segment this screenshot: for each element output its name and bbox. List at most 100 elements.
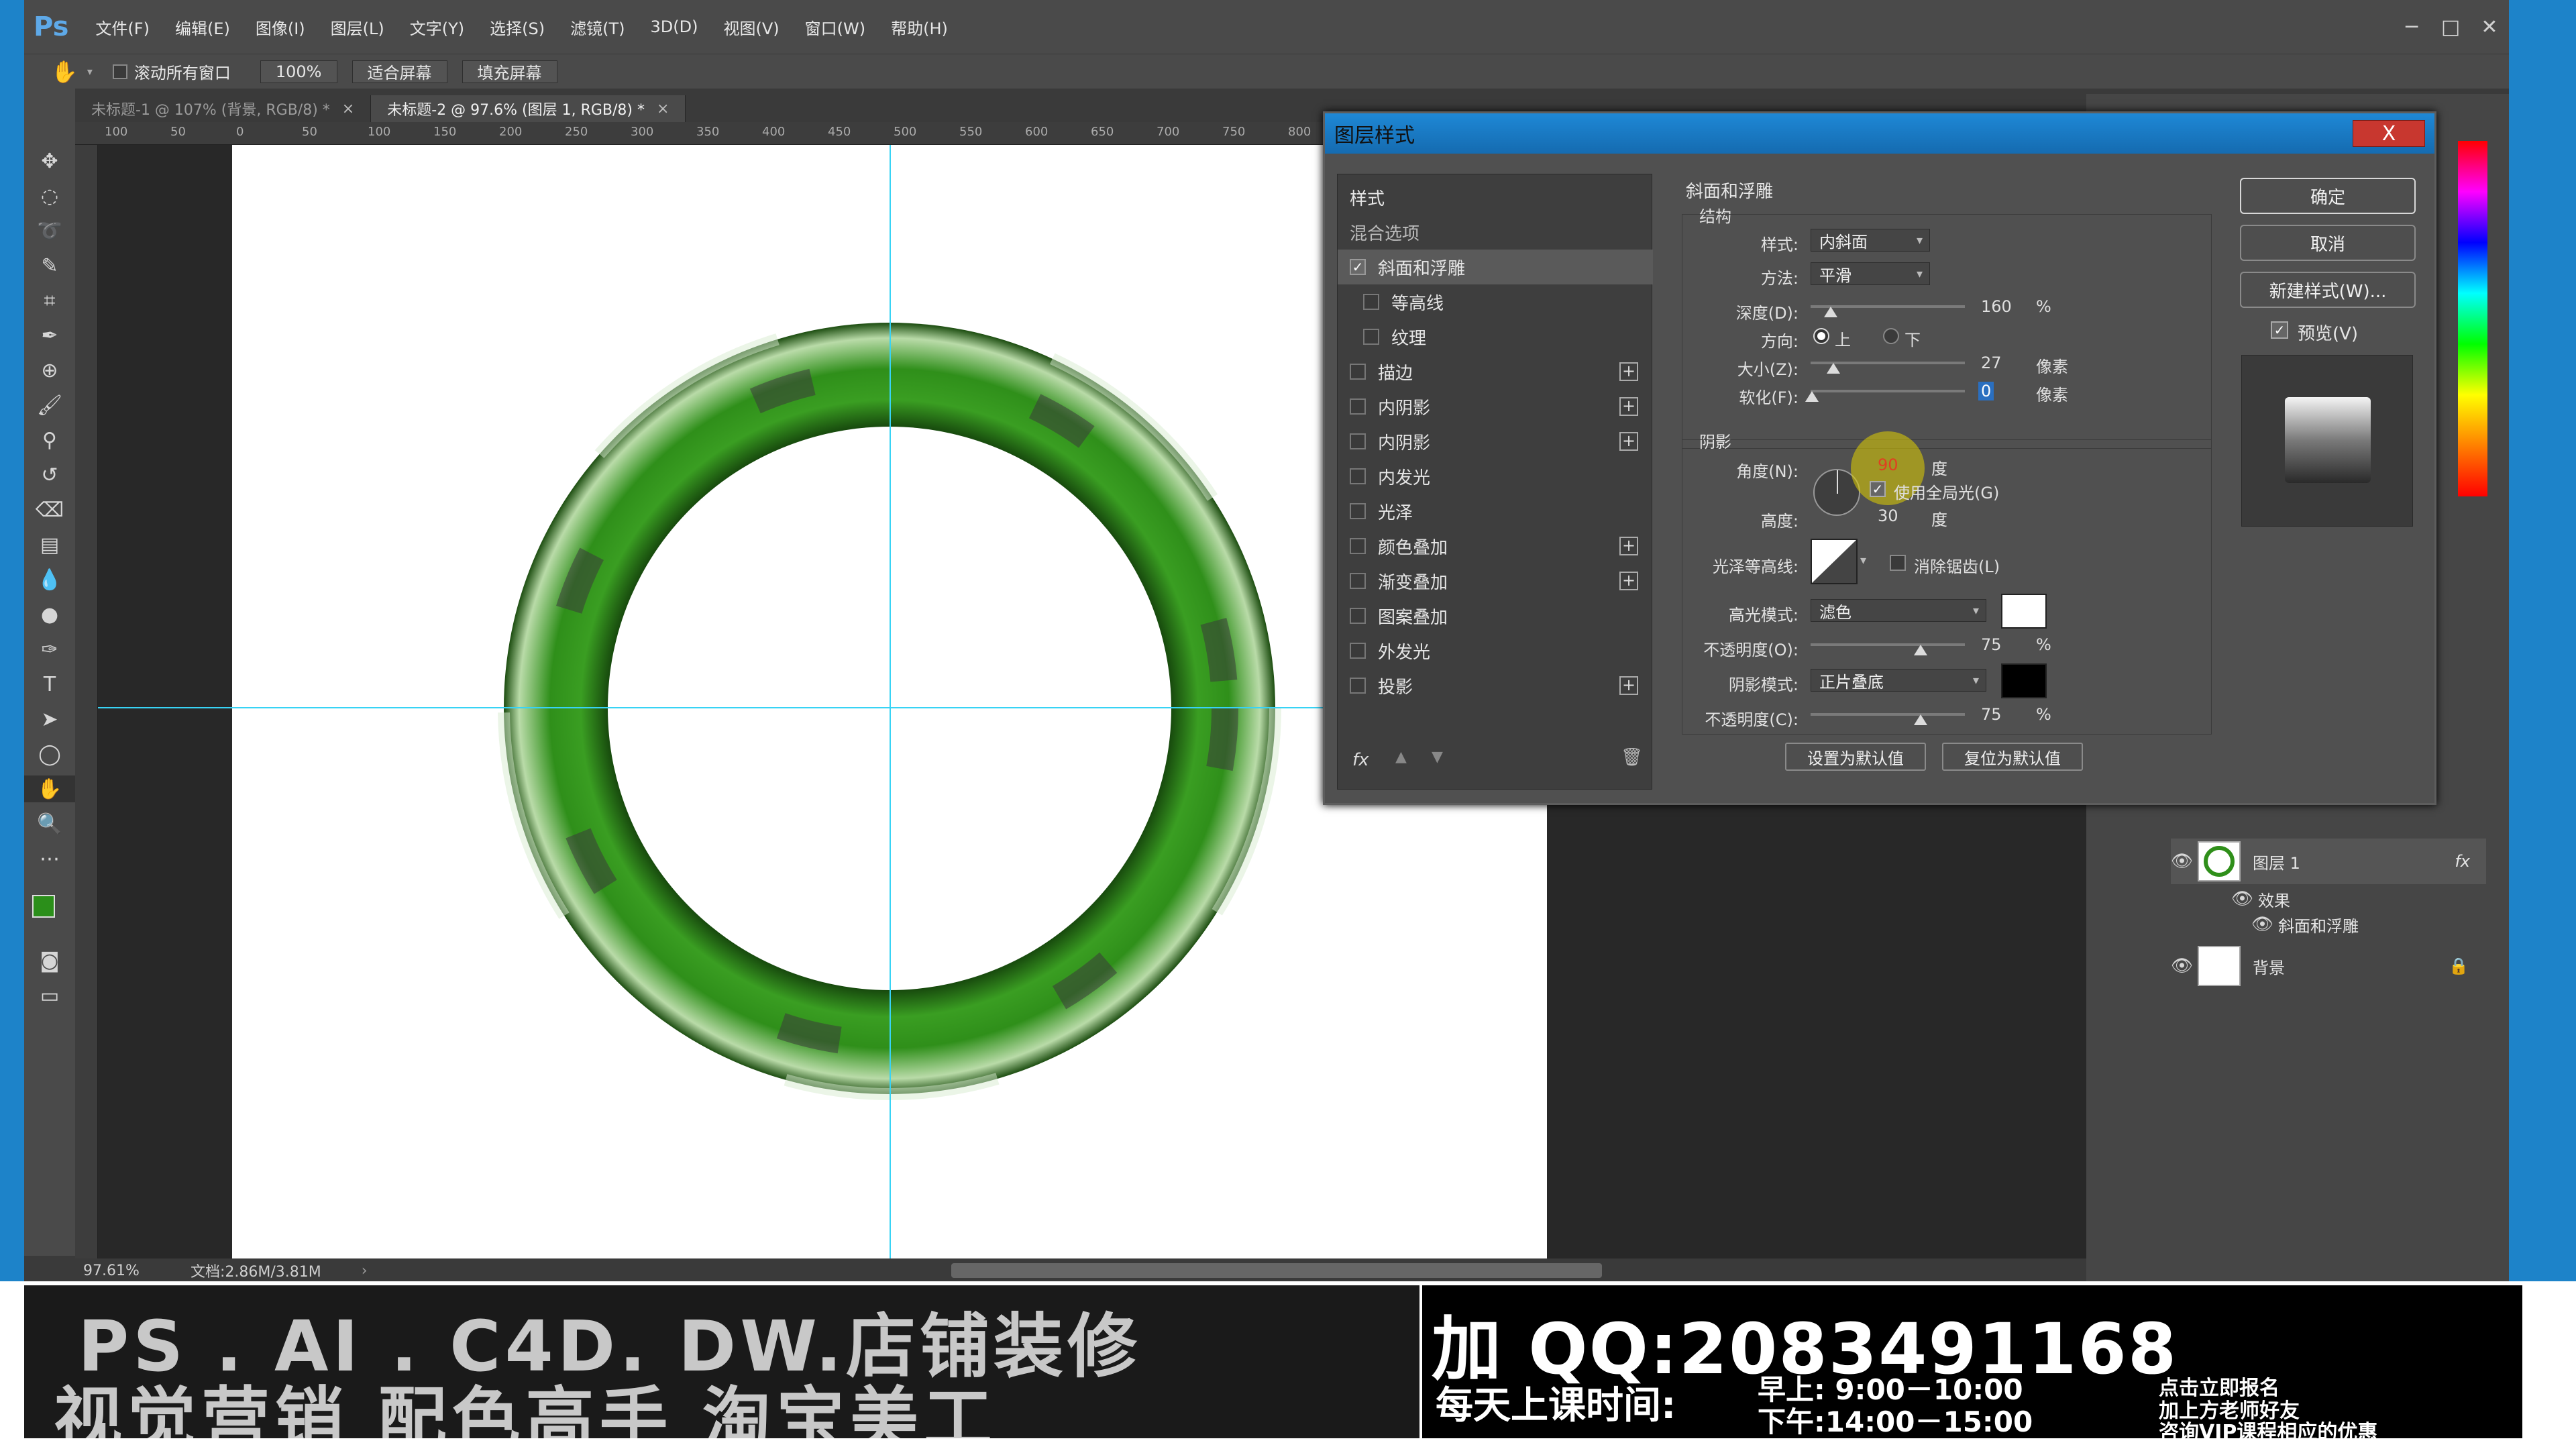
- style-item-drop-shadow[interactable]: 投影 +: [1338, 668, 1653, 703]
- highlight-opacity-value[interactable]: 75: [1981, 635, 2002, 654]
- style-item-inner-glow[interactable]: 内发光: [1338, 459, 1653, 494]
- cancel-button[interactable]: 取消: [2240, 225, 2416, 261]
- menu-window[interactable]: 窗口(W): [805, 15, 865, 39]
- type-tool-icon[interactable]: T: [24, 671, 75, 698]
- color-overlay-checkbox[interactable]: [1350, 538, 1366, 554]
- outer-glow-checkbox[interactable]: [1350, 643, 1366, 659]
- highlight-opacity-thumb[interactable]: [1914, 645, 1927, 655]
- dialog-close-button[interactable]: X: [2353, 120, 2425, 147]
- gloss-contour-preview[interactable]: [1811, 539, 1858, 584]
- style-item-inner-shadow-1[interactable]: 内阴影 +: [1338, 389, 1653, 424]
- menu-filter[interactable]: 滤镜(T): [570, 15, 625, 39]
- layer-bevel-row[interactable]: 👁 斜面和浮雕: [2171, 911, 2486, 938]
- shadow-opacity-thumb[interactable]: [1914, 714, 1927, 725]
- blur-tool-icon[interactable]: 💧: [24, 566, 75, 593]
- crop-tool-icon[interactable]: ⌗: [24, 287, 75, 314]
- add-icon[interactable]: +: [1619, 572, 1638, 590]
- scroll-all-checkbox[interactable]: [112, 64, 127, 79]
- close-window-icon[interactable]: ✕: [2470, 15, 2509, 39]
- visibility-eye-icon[interactable]: 👁: [2251, 914, 2278, 934]
- style-item-satin[interactable]: 光泽: [1338, 494, 1653, 529]
- menu-image[interactable]: 图像(I): [256, 15, 305, 39]
- direction-up-radio[interactable]: [1813, 328, 1829, 344]
- styles-header[interactable]: 样式: [1338, 180, 1653, 215]
- history-brush-icon[interactable]: ↺: [24, 462, 75, 488]
- add-icon[interactable]: +: [1619, 676, 1638, 695]
- preview-checkbox[interactable]: ✓: [2271, 321, 2288, 339]
- marquee-tool-icon[interactable]: ◌: [24, 182, 75, 209]
- visibility-eye-icon[interactable]: 👁: [2231, 889, 2258, 909]
- new-style-button[interactable]: 新建样式(W)...: [2240, 272, 2416, 308]
- inner-shadow-checkbox[interactable]: [1350, 398, 1366, 415]
- altitude-value[interactable]: 30: [1878, 506, 1898, 525]
- layer-effects-row[interactable]: 👁 效果: [2171, 885, 2486, 912]
- chevron-down-icon[interactable]: ▾: [1860, 553, 1866, 568]
- horizontal-scrollbar[interactable]: [951, 1263, 1602, 1278]
- size-value[interactable]: 27: [1981, 354, 2002, 372]
- style-item-color-overlay[interactable]: 颜色叠加 +: [1338, 529, 1653, 564]
- screen-mode-icon[interactable]: ▭: [24, 982, 75, 1009]
- style-item-bevel[interactable]: ✓ 斜面和浮雕: [1338, 250, 1653, 284]
- menu-3d[interactable]: 3D(D): [651, 17, 698, 36]
- lasso-tool-icon[interactable]: ➰: [24, 217, 75, 244]
- shadow-color-swatch[interactable]: [2001, 663, 2047, 698]
- style-item-pattern-overlay[interactable]: 图案叠加: [1338, 598, 1653, 633]
- layer-row-layer1[interactable]: 👁 图层 1 fx: [2171, 839, 2486, 884]
- add-icon[interactable]: +: [1619, 537, 1638, 555]
- quick-select-icon[interactable]: ✎: [24, 252, 75, 279]
- menu-layer[interactable]: 图层(L): [331, 15, 384, 39]
- maximize-icon[interactable]: □: [2431, 15, 2470, 39]
- minimize-icon[interactable]: ─: [2392, 15, 2431, 39]
- menu-view[interactable]: 视图(V): [723, 15, 779, 39]
- fit-screen-button[interactable]: 适合屏幕: [352, 60, 447, 83]
- global-light-checkbox[interactable]: ✓: [1870, 481, 1886, 497]
- close-icon[interactable]: ×: [342, 101, 354, 117]
- dialog-title-bar[interactable]: 图层样式 X: [1325, 113, 2434, 154]
- size-slider-thumb[interactable]: [1827, 363, 1840, 374]
- style-item-texture[interactable]: 纹理: [1338, 319, 1653, 354]
- foreground-color-swatch[interactable]: [32, 895, 55, 918]
- reset-default-button[interactable]: 复位为默认值: [1942, 743, 2083, 771]
- contour-checkbox[interactable]: [1363, 294, 1379, 310]
- angle-value[interactable]: 90: [1878, 455, 1898, 474]
- fx-icon[interactable]: fx: [2455, 852, 2470, 871]
- soften-slider[interactable]: [1811, 390, 1965, 392]
- zoom-100-button[interactable]: 100%: [260, 60, 337, 83]
- brush-tool-icon[interactable]: 🖌: [24, 392, 75, 419]
- visibility-eye-icon[interactable]: 👁: [2171, 956, 2198, 976]
- depth-value[interactable]: 160: [1981, 297, 2012, 316]
- stroke-checkbox[interactable]: [1350, 364, 1366, 380]
- shadow-mode-select[interactable]: 正片叠底 ▾: [1811, 669, 1986, 692]
- ok-button[interactable]: 确定: [2240, 178, 2416, 214]
- inner-glow-checkbox[interactable]: [1350, 468, 1366, 484]
- style-item-contour[interactable]: 等高线: [1338, 284, 1653, 319]
- style-item-inner-shadow-2[interactable]: 内阴影 +: [1338, 424, 1653, 459]
- add-icon[interactable]: +: [1619, 432, 1638, 451]
- shadow-opacity-slider[interactable]: [1811, 713, 1965, 716]
- chevron-right-icon[interactable]: ›: [362, 1263, 368, 1279]
- move-down-icon[interactable]: ▼: [1432, 749, 1443, 765]
- close-icon[interactable]: ×: [657, 101, 669, 117]
- pattern-overlay-checkbox[interactable]: [1350, 608, 1366, 624]
- path-select-icon[interactable]: ➤: [24, 706, 75, 733]
- ellipse-tool-icon[interactable]: ◯: [24, 741, 75, 767]
- shadow-opacity-value[interactable]: 75: [1981, 705, 2002, 724]
- move-up-icon[interactable]: ▲: [1395, 749, 1407, 765]
- menu-type[interactable]: 文字(Y): [410, 15, 464, 39]
- layer-row-background[interactable]: 👁 背景 🔒: [2171, 943, 2486, 989]
- trash-icon[interactable]: 🗑: [1621, 747, 1643, 767]
- eraser-tool-icon[interactable]: ⌫: [24, 496, 75, 523]
- satin-checkbox[interactable]: [1350, 503, 1366, 519]
- bevel-checkbox[interactable]: ✓: [1350, 259, 1366, 275]
- menu-help[interactable]: 帮助(H): [891, 15, 948, 39]
- menu-select[interactable]: 选择(S): [490, 15, 545, 39]
- more-tools-icon[interactable]: ⋯: [24, 845, 75, 872]
- direction-down-radio[interactable]: [1883, 328, 1899, 344]
- gradient-tool-icon[interactable]: ▤: [24, 531, 75, 558]
- highlight-color-swatch[interactable]: [2001, 594, 2047, 629]
- quick-mask-icon[interactable]: ◙: [24, 947, 75, 974]
- dodge-tool-icon[interactable]: ●: [24, 601, 75, 628]
- hand-tool-icon[interactable]: ✋: [24, 775, 75, 802]
- tab-document-2[interactable]: 未标题-2 @ 97.6% (图层 1, RGB/8) * ×: [371, 95, 686, 122]
- anti-alias-checkbox[interactable]: [1890, 555, 1906, 571]
